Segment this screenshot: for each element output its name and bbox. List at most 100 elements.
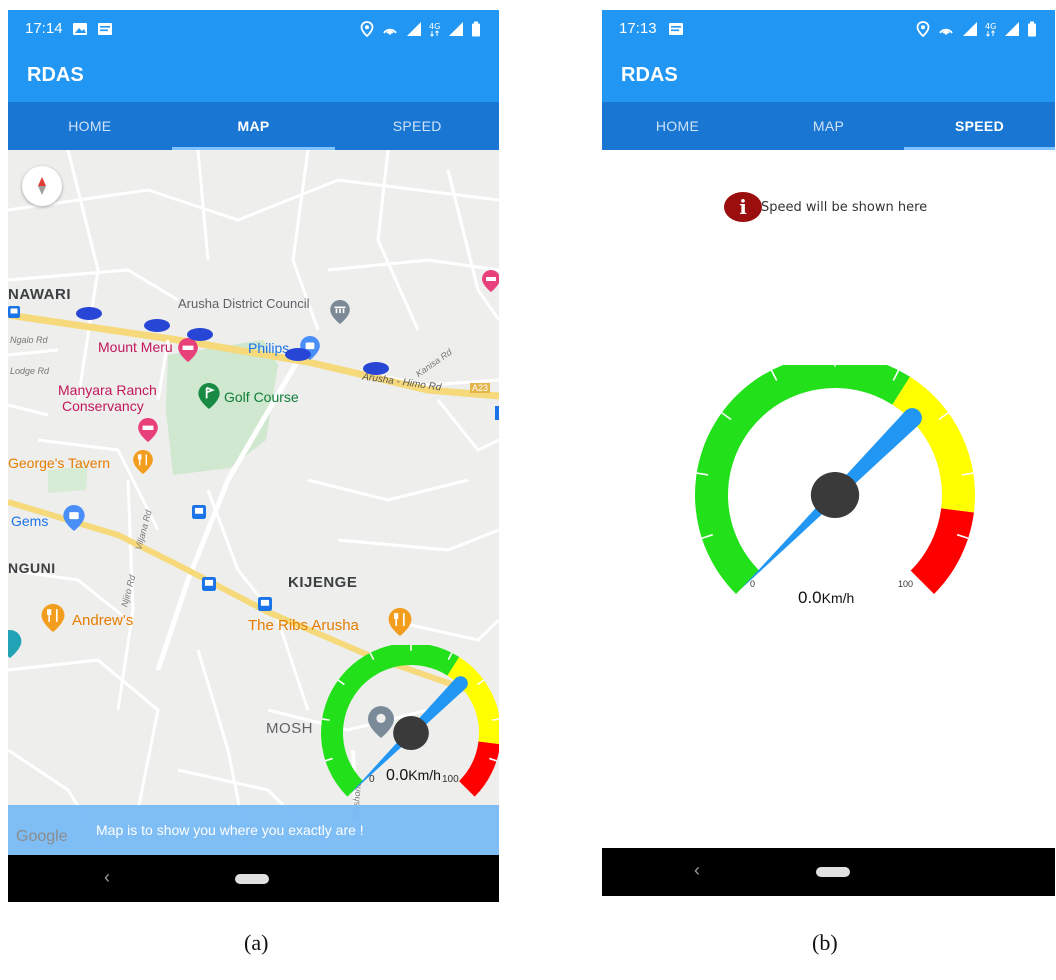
caption-b: (b): [812, 930, 838, 955]
map-label-gems: Gems: [11, 513, 49, 529]
map-label-georges-tavern: George's Tavern: [8, 455, 111, 471]
map-label-philips: Philips: [248, 340, 290, 356]
location-icon: [360, 21, 374, 37]
restaurant-pin-icon[interactable]: [133, 450, 153, 474]
app-bar: RDAS: [602, 50, 1055, 102]
tab-speed[interactable]: SPEED: [335, 102, 499, 150]
compass-icon: [38, 177, 46, 195]
caption-a: (a): [244, 930, 269, 955]
signal-icon: [963, 22, 977, 36]
signal-icon: [1005, 22, 1019, 36]
hotspot-icon: [383, 28, 397, 35]
nav-home-pill[interactable]: [235, 874, 269, 884]
hotel-pin-icon[interactable]: [178, 338, 198, 362]
restaurant-pin-icon[interactable]: [8, 630, 22, 658]
tab-bar: HOME MAP SPEED: [602, 102, 1055, 150]
bus-stop-icon[interactable]: [8, 306, 20, 318]
map-label-manyara: Manyara Ranch: [58, 382, 157, 398]
gauge-needle-tip: [453, 676, 468, 691]
tab-bar: HOME MAP SPEED: [8, 102, 499, 150]
golf-pin-icon[interactable]: [198, 383, 220, 409]
map-label-kijenge: KIJENGE: [288, 574, 358, 591]
app-title: RDAS: [621, 64, 678, 86]
map-label-lodge-rd: Lodge Rd: [10, 366, 50, 376]
bus-stop-icon: [495, 406, 499, 420]
status-time: 17:13: [619, 20, 657, 37]
nav-home-pill[interactable]: [816, 867, 850, 877]
battery-icon: [1028, 21, 1036, 37]
nav-back-icon[interactable]: ‹: [694, 860, 700, 881]
gauge-max-label: 100: [898, 579, 914, 589]
location-marker[interactable]: [363, 362, 389, 375]
gauge-yellow-zone: [447, 657, 499, 745]
tab-speed[interactable]: SPEED: [904, 102, 1055, 150]
shopping-pin-icon[interactable]: [63, 505, 85, 531]
speed-panel: i Speed will be shown here 0 100 0.0Km/h: [602, 150, 1055, 848]
speed-info-text: Speed will be shown here: [761, 199, 928, 215]
speed-info-row: i Speed will be shown here: [724, 192, 927, 222]
location-marker[interactable]: [187, 328, 213, 341]
gauge-yellow-zone: [892, 376, 975, 513]
map-label-conservancy: Conservancy: [62, 398, 144, 414]
status-bar: 17:13 4G: [602, 10, 1055, 50]
map-label-nawari: NAWARI: [8, 286, 71, 303]
map-label-mosh: MOSH: [266, 720, 313, 737]
app-title: RDAS: [27, 64, 84, 86]
restaurant-pin-icon[interactable]: [388, 608, 412, 636]
tab-map[interactable]: MAP: [171, 102, 336, 150]
location-icon: [916, 21, 930, 37]
message-icon: [98, 23, 112, 35]
map-label-ribs-arusha: The Ribs Arusha: [248, 617, 359, 634]
compass-button[interactable]: [22, 166, 62, 206]
hotel-pin-icon[interactable]: [482, 270, 499, 292]
signal-icon: [449, 22, 463, 36]
bus-stop-icon[interactable]: [258, 597, 272, 611]
hotel-pin-icon[interactable]: [138, 418, 158, 442]
app-bar: RDAS: [8, 50, 499, 102]
battery-icon: [472, 21, 480, 37]
system-nav-bar: ‹: [8, 855, 499, 902]
map-view[interactable]: NAWARI Ngalo Rd Lodge Rd Arusha District…: [8, 150, 499, 855]
message-icon: [669, 23, 683, 35]
map-label-mount-meru: Mount Meru: [98, 339, 173, 355]
image-icon: [73, 23, 87, 35]
location-marker[interactable]: [76, 307, 102, 320]
gauge-hub: [393, 716, 429, 750]
svg-text:4G: 4G: [429, 22, 440, 31]
location-marker[interactable]: [285, 348, 311, 361]
tab-home[interactable]: HOME: [8, 102, 172, 150]
nav-back-icon[interactable]: ‹: [104, 867, 110, 888]
gauge-max-label: 100: [442, 774, 459, 785]
tab-home[interactable]: HOME: [602, 102, 753, 150]
phone-screen-speed: 17:13 4G RDAS HOME MAP SPEED i Speed wil…: [602, 10, 1055, 896]
government-pin-icon[interactable]: [330, 300, 350, 324]
gauge-needle-tip: [902, 408, 922, 428]
gauge-red-zone: [910, 508, 974, 594]
speed-gauge: [695, 365, 975, 594]
map-label-a23: A23: [470, 383, 491, 393]
system-nav-bar: ‹: [602, 848, 1055, 896]
location-marker[interactable]: [144, 319, 170, 332]
gauge-min-label: 0: [750, 579, 756, 589]
gauge-red-zone: [459, 741, 499, 797]
status-bar: 17:14 4G: [8, 10, 499, 50]
google-logo: Google: [16, 828, 68, 845]
map-label-golf-course: Golf Course: [224, 389, 299, 405]
info-icon: i: [724, 192, 762, 222]
gauge-green-zone: [695, 365, 911, 594]
4g-icon: 4G: [985, 22, 996, 37]
gauge-hub: [810, 472, 860, 518]
gauge-min-label: 0: [369, 774, 375, 785]
bus-stop-icon[interactable]: [192, 505, 206, 519]
tab-map[interactable]: MAP: [753, 102, 904, 150]
map-label-ngalo-rd: Ngalo Rd: [10, 335, 48, 345]
4g-icon: 4G: [429, 22, 440, 37]
restaurant-pin-icon[interactable]: [41, 604, 65, 632]
signal-icon: [407, 22, 421, 36]
phone-screen-map: 17:14 4G RDAS HOME MAP SPEED NAWARI Ngal…: [8, 10, 499, 902]
hotspot-icon: [939, 28, 953, 35]
map-label-andrews: Andrew's: [72, 612, 134, 629]
status-time: 17:14: [25, 20, 63, 37]
svg-text:4G: 4G: [985, 22, 996, 31]
bus-stop-icon[interactable]: [202, 577, 216, 591]
